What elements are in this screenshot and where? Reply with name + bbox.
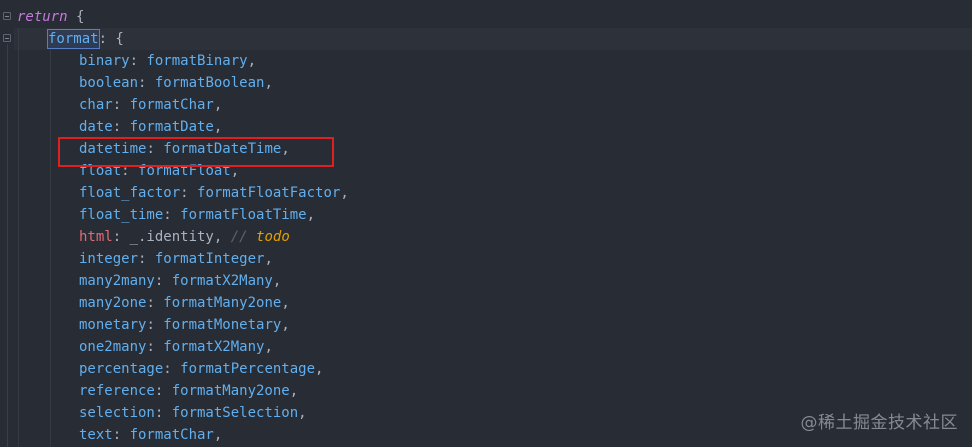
code-punctuation: { [67, 9, 85, 25]
code-editor[interactable]: return { format: { binary: formatBinary,… [0, 0, 972, 447]
code-line[interactable]: integer: formatInteger, [79, 248, 273, 270]
object-key: text [79, 427, 113, 443]
object-value: _.identity [129, 229, 214, 245]
indent-guide [50, 50, 51, 447]
code-line[interactable]: char: formatChar, [79, 94, 222, 116]
code-line[interactable]: boolean: formatBoolean, [79, 72, 273, 94]
object-value: formatBoolean [154, 75, 265, 91]
keyword-return: return [17, 9, 68, 25]
object-key: many2many [79, 273, 155, 289]
object-value: formatBinary [146, 53, 248, 69]
object-value: formatMonetary [163, 317, 282, 333]
object-value: formatPercentage [180, 361, 316, 377]
indent-guide [18, 28, 19, 447]
object-value: formatDate [129, 119, 214, 135]
code-line[interactable]: selection: formatSelection, [79, 402, 307, 424]
object-key: integer [79, 251, 139, 267]
code-punctuation: : { [98, 31, 124, 47]
red-annotation-box [58, 137, 334, 167]
todo-marker: todo [256, 229, 290, 245]
object-key: reference [79, 383, 155, 399]
object-key: boolean [79, 75, 139, 91]
object-value: formatMany2one [163, 295, 282, 311]
code-line[interactable]: monetary: formatMonetary, [79, 314, 290, 336]
object-key: date [79, 119, 113, 135]
object-value: formatMany2one [171, 383, 290, 399]
code-line[interactable]: percentage: formatPercentage, [79, 358, 323, 380]
current-line-highlight [14, 28, 972, 50]
fold-toggle-icon[interactable] [3, 12, 11, 20]
object-key: percentage [79, 361, 164, 377]
code-line[interactable]: many2many: formatX2Many, [79, 270, 281, 292]
code-line[interactable]: binary: formatBinary, [79, 50, 256, 72]
object-key: char [79, 97, 113, 113]
object-value: formatChar [129, 427, 214, 443]
code-line[interactable]: return { [17, 6, 84, 28]
code-line[interactable]: float_time: formatFloatTime, [79, 204, 315, 226]
object-value: formatFloatFactor [197, 185, 341, 201]
object-value: formatX2Many [171, 273, 273, 289]
code-line[interactable]: one2many: formatX2Many, [79, 336, 273, 358]
editor-gutter [0, 0, 14, 447]
object-key: selection [79, 405, 155, 421]
object-value: formatX2Many [163, 339, 265, 355]
code-line[interactable]: text: formatChar, [79, 424, 222, 446]
watermark-text: @稀土掘金技术社区 [800, 413, 958, 433]
fold-guide-line [7, 44, 8, 447]
object-value: formatSelection [171, 405, 299, 421]
object-key: html [79, 229, 113, 245]
code-line[interactable]: many2one: formatMany2one, [79, 292, 290, 314]
object-key: many2one [79, 295, 147, 311]
object-value: formatChar [129, 97, 214, 113]
code-line[interactable]: float_factor: formatFloatFactor, [79, 182, 349, 204]
object-key: one2many [79, 339, 147, 355]
code-line[interactable]: date: formatDate, [79, 116, 222, 138]
code-line[interactable]: html: _.identity, // todo [79, 226, 290, 248]
object-key: binary [79, 53, 130, 69]
object-key: float_time [79, 207, 164, 223]
object-value: formatInteger [154, 251, 265, 267]
code-line[interactable]: format: { [47, 28, 124, 50]
object-key: float_factor [79, 185, 181, 201]
object-value: formatFloatTime [180, 207, 307, 223]
fold-toggle-icon[interactable] [3, 34, 11, 42]
code-line[interactable]: reference: formatMany2one, [79, 380, 298, 402]
selected-identifier-format[interactable]: format [47, 29, 100, 49]
object-key: monetary [79, 317, 147, 333]
code-comment: // [230, 229, 248, 245]
